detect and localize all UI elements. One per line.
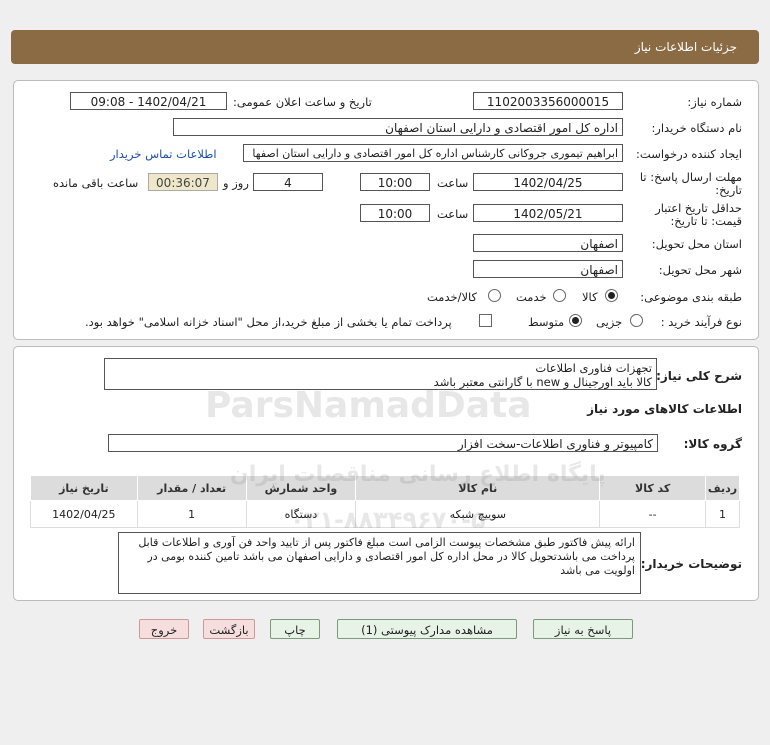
col-code: کد کالا — [599, 475, 706, 501]
category-radio-both[interactable] — [488, 289, 501, 302]
buyer-field: اداره کل امور اقتصادی و دارایی استان اصف… — [173, 118, 623, 136]
goods-group-field: کامپیوتر و فناوری اطلاعات-سخت افزار — [108, 434, 658, 452]
buyer-contact-link[interactable]: اطلاعات تماس خریدار — [110, 147, 217, 161]
remaining-label: ساعت باقی مانده — [53, 176, 139, 190]
remaining-timer: 00:36:07 — [148, 173, 218, 191]
summary-label: شرح کلی نیاز: — [656, 369, 742, 383]
buyer-notes-label: توضیحات خریدار: — [640, 557, 742, 571]
goods-group-label: گروه کالا: — [683, 437, 742, 451]
announce-field: 1402/04/21 - 09:08 — [70, 92, 227, 110]
print-button[interactable]: چاپ — [270, 619, 320, 639]
category-radio-service[interactable] — [553, 289, 566, 302]
summary-box: تجهزات فناوری اطلاعات کالا باید اورجینال… — [104, 358, 657, 390]
page-title: جزئیات اطلاعات نیاز — [634, 40, 737, 54]
col-row: ردیف — [704, 475, 741, 501]
category-radio-goods[interactable] — [605, 289, 618, 302]
validity-label-2: قیمت: تا تاریخ: — [670, 214, 742, 228]
cell-code: -- — [599, 500, 706, 528]
buyer-label: نام دستگاه خریدار: — [651, 121, 742, 135]
category-label: طبقه بندی موضوعی: — [640, 290, 742, 304]
deadline-days-field: 4 — [253, 173, 323, 191]
validity-time-label: ساعت — [437, 207, 469, 221]
creator-label: ایجاد کننده درخواست: — [636, 147, 742, 161]
col-date: تاریخ نیاز — [30, 475, 138, 501]
deadline-time-label: ساعت — [437, 176, 469, 190]
province-field: اصفهان — [473, 234, 623, 252]
validity-label: حداقل تاریخ اعتبار — [655, 201, 742, 215]
attachments-button[interactable]: مشاهده مدارک پیوستی (1) — [337, 619, 517, 639]
deadline-label-2: تاریخ: — [715, 183, 742, 197]
purchase-radio-medium[interactable] — [569, 314, 582, 327]
province-label: استان محل تحویل: — [651, 237, 742, 251]
days-label: روز و — [223, 176, 249, 190]
deadline-label: مهلت ارسال پاسخ: تا — [639, 170, 742, 184]
summary-line-2: کالا باید اورجینال و new با گارانتی معتب… — [433, 375, 652, 389]
need-number-field: 1102003356000015 — [473, 92, 623, 110]
cell-name: سوییچ شبکه — [355, 500, 601, 528]
category-option-goods: کالا — [582, 290, 598, 304]
city-label: شهر محل تحویل: — [658, 263, 742, 277]
cell-qty: 1 — [136, 500, 247, 528]
cell-row: 1 — [704, 500, 741, 528]
purchase-option-minor: جزیی — [596, 315, 623, 329]
category-option-service: خدمت — [516, 290, 547, 304]
summary-line-1: تجهزات فناوری اطلاعات — [535, 361, 652, 375]
city-field: اصفهان — [473, 260, 623, 278]
exit-button[interactable]: خروج — [139, 619, 189, 639]
category-option-both: کالا/خدمت — [427, 290, 478, 304]
col-qty: تعداد / مقدار — [136, 475, 247, 501]
deadline-date-field: 1402/04/25 — [473, 173, 623, 191]
reply-button[interactable]: پاسخ به نیاز — [533, 619, 633, 639]
buyer-notes-text: ارائه پیش فاکتور طبق مشخصات پیوست الزامی… — [138, 536, 635, 577]
col-name: نام کالا — [355, 475, 601, 501]
table-row: 1 -- سوییچ شبکه دستگاه 1 1402/04/25 — [30, 500, 741, 528]
back-button[interactable]: بازگشت — [203, 619, 255, 639]
need-number-label: شماره نیاز: — [687, 95, 742, 109]
page-header: جزئیات اطلاعات نیاز — [11, 30, 759, 64]
announce-label: تاریخ و ساعت اعلان عمومی: — [233, 95, 372, 109]
validity-time-field: 10:00 — [360, 204, 430, 222]
goods-info-title: اطلاعات کالاهای مورد نیاز — [587, 402, 742, 416]
treasury-note: پرداخت تمام یا بخشی از مبلغ خرید،از محل … — [85, 315, 452, 329]
cell-unit: دستگاه — [245, 500, 357, 528]
validity-date-field: 1402/05/21 — [473, 204, 623, 222]
cell-date: 1402/04/25 — [30, 500, 138, 528]
purchase-label: نوع فرآیند خرید : — [660, 315, 742, 329]
treasury-checkbox[interactable] — [479, 314, 492, 327]
creator-field: ابراهیم تیموری جروکانی کارشناس اداره کل … — [243, 144, 623, 162]
purchase-radio-minor[interactable] — [630, 314, 643, 327]
buyer-notes-box: ارائه پیش فاکتور طبق مشخصات پیوست الزامی… — [118, 532, 641, 594]
goods-table: ردیف کد کالا نام کالا واحد شمارش تعداد /… — [30, 475, 741, 528]
deadline-time-field: 10:00 — [360, 173, 430, 191]
col-unit: واحد شمارش — [245, 475, 357, 501]
table-header-row: ردیف کد کالا نام کالا واحد شمارش تعداد /… — [30, 475, 741, 501]
purchase-option-medium: متوسط — [528, 315, 565, 329]
